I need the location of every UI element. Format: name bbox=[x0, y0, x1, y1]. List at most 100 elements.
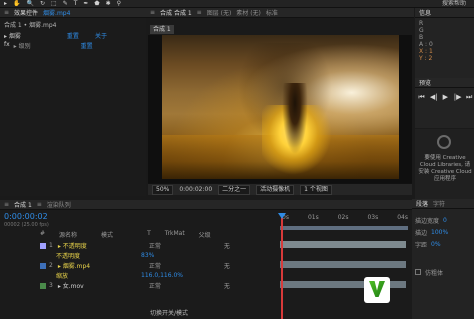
reset-link[interactable]: 重置 bbox=[67, 31, 79, 40]
play-icon[interactable]: ▶ bbox=[442, 94, 449, 101]
col-mode: 模式 bbox=[101, 232, 114, 239]
workspace-label[interactable]: 标准 bbox=[266, 8, 278, 17]
composition-viewer[interactable] bbox=[148, 35, 412, 183]
col-trkmat: TrkMat bbox=[164, 230, 185, 237]
camera-select[interactable]: 活动摄像机 bbox=[256, 184, 295, 195]
layer-menu-icon[interactable]: ≡ bbox=[197, 9, 202, 16]
pen-tool-icon[interactable]: ✎ bbox=[63, 0, 68, 8]
checkbox-icon[interactable] bbox=[415, 269, 421, 275]
layer-parent[interactable]: 无 bbox=[224, 241, 230, 250]
tab-layer[interactable]: 图层 (无) bbox=[207, 8, 232, 17]
composition-frame bbox=[162, 35, 399, 179]
info-values: R G B A : 0 X : 1 Y : 2 bbox=[415, 18, 474, 64]
effect-levels-row[interactable]: fx ▸ 级别 重置 bbox=[0, 40, 146, 51]
layer-mode[interactable]: 正常 bbox=[149, 241, 161, 250]
tab-render-queue[interactable]: 渲染队列 bbox=[47, 200, 71, 209]
property-value[interactable]: 116.0,116.0% bbox=[141, 272, 183, 279]
brush-tool-icon[interactable]: ✒ bbox=[83, 0, 88, 8]
about-link[interactable]: 关于 bbox=[95, 31, 107, 40]
paragraph-tabs: 段落 字符 bbox=[412, 199, 474, 209]
tab-paragraph[interactable]: 段落 bbox=[416, 199, 428, 208]
tab-preview[interactable]: 预览 bbox=[419, 78, 431, 87]
para-check-row[interactable]: 仿粗体 bbox=[415, 267, 472, 277]
tab-character[interactable]: 字符 bbox=[433, 199, 445, 208]
faux-bold-label: 仿粗体 bbox=[425, 269, 444, 277]
preview-panel: 预览 ⏮ ◀| ▶ |▶ ⏭ bbox=[415, 78, 474, 128]
comp-menu-icon[interactable]: ≡ bbox=[150, 9, 155, 16]
layer-number: 2 bbox=[49, 262, 53, 269]
toggle-modes-label[interactable]: 切换开关/模式 bbox=[150, 308, 188, 317]
zoom-tool-icon[interactable]: 🔍 bbox=[27, 0, 34, 8]
fx-icon[interactable]: fx bbox=[4, 41, 10, 50]
last-frame-icon[interactable]: ⏭ bbox=[466, 94, 473, 101]
para-value-3[interactable]: 0% bbox=[431, 241, 441, 248]
zoom-select[interactable]: 50% bbox=[152, 184, 174, 195]
stamp-tool-icon[interactable]: ⬟ bbox=[94, 0, 99, 8]
layer-color-swatch[interactable] bbox=[40, 242, 46, 249]
para-value-1[interactable]: 0 bbox=[443, 217, 447, 224]
info-panel: 信息 R G B A : 0 X : 1 Y : 2 bbox=[415, 8, 474, 78]
info-tabs: 信息 bbox=[415, 8, 474, 18]
layer-number: 1 bbox=[49, 242, 53, 249]
comp-breadcrumb[interactable]: 合成 1 bbox=[150, 25, 174, 34]
resolution-select[interactable]: 二分之一 bbox=[218, 184, 251, 195]
tab-effect-controls[interactable]: 效果控件 bbox=[14, 8, 38, 17]
para-row-3[interactable]: 字距 0% bbox=[415, 239, 472, 249]
current-time-indicator[interactable] bbox=[281, 213, 283, 319]
tab-source[interactable]: 烟雾.mp4 bbox=[43, 8, 70, 17]
layer-2-track[interactable] bbox=[280, 261, 406, 268]
tab-timeline-comp[interactable]: 合成 1 bbox=[14, 200, 32, 209]
rectangle-tool-icon[interactable]: ⬚ bbox=[51, 0, 57, 8]
layer-number: 3 bbox=[49, 282, 53, 289]
current-time-display[interactable]: 0:00:02:00 bbox=[179, 186, 212, 193]
layer-row-3[interactable]: 3 ▸ 女.mov 正常 无 bbox=[0, 280, 278, 291]
para-value-2[interactable]: 100% bbox=[431, 229, 448, 236]
para-label-1: 描边宽度 bbox=[415, 217, 440, 225]
layer-color-swatch[interactable] bbox=[40, 282, 46, 289]
timecode-display[interactable]: 0:00:00:02 bbox=[4, 212, 48, 221]
paragraph-panel: 段落 字符 描边宽度 0 描边 100% 字距 0% 仿粗体 bbox=[412, 199, 474, 319]
first-frame-icon[interactable]: ⏮ bbox=[418, 94, 425, 101]
search-help[interactable]: 搜索帮助 bbox=[442, 0, 466, 8]
layer-mode[interactable]: 正常 bbox=[149, 281, 161, 290]
next-frame-icon[interactable]: |▶ bbox=[454, 94, 462, 101]
info-x: X : 1 bbox=[419, 48, 433, 55]
layer-parent[interactable]: 无 bbox=[224, 281, 230, 290]
layer-color-swatch[interactable] bbox=[40, 262, 46, 269]
layer-name[interactable]: ▸ 女.mov bbox=[58, 281, 118, 290]
effect-controls-tabs: ≡ 效果控件 烟雾.mp4 bbox=[0, 8, 146, 18]
previous-frame-icon[interactable]: ◀| bbox=[430, 94, 438, 101]
effect-controls-title: 合成 1 • 烟雾.mp4 bbox=[4, 22, 57, 29]
para-label-3: 字距 bbox=[415, 241, 428, 249]
v-logo-watermark bbox=[364, 277, 390, 303]
time-ruler[interactable]: 0s 01s 02s 03s 04s bbox=[278, 214, 412, 224]
eraser-tool-icon[interactable]: ✱ bbox=[106, 0, 111, 8]
property-value[interactable]: 83% bbox=[141, 252, 154, 259]
views-select[interactable]: 1 个视图 bbox=[300, 184, 332, 195]
layer-name[interactable]: ▸ 不透明度 bbox=[58, 241, 118, 250]
info-a: A : 0 bbox=[419, 41, 433, 48]
rotate-tool-icon[interactable]: ↻ bbox=[40, 0, 45, 8]
puppet-tool-icon[interactable]: ⚲ bbox=[117, 0, 121, 8]
tab-info[interactable]: 信息 bbox=[419, 8, 431, 17]
col-parent: 父级 bbox=[198, 232, 211, 239]
timeline-track-area[interactable]: 0s 01s 02s 03s 04s bbox=[278, 210, 412, 319]
col-t: T bbox=[147, 230, 151, 237]
para-row-1[interactable]: 描边宽度 0 bbox=[415, 215, 472, 225]
layer-1-track[interactable] bbox=[280, 241, 406, 248]
render-menu-icon[interactable]: ≡ bbox=[37, 201, 42, 208]
layer-name[interactable]: ▸ 烟雾.mp4 bbox=[58, 261, 118, 270]
hand-tool-icon[interactable]: ✋ bbox=[13, 0, 20, 8]
layer-parent[interactable]: 无 bbox=[224, 261, 230, 270]
selection-tool-icon[interactable]: ▸ bbox=[4, 0, 7, 8]
work-area-bar[interactable] bbox=[280, 226, 408, 230]
layer-mode[interactable]: 正常 bbox=[149, 261, 161, 270]
creative-cloud-icon bbox=[437, 135, 451, 149]
text-tool-icon[interactable]: T bbox=[74, 0, 78, 8]
levels-reset-link[interactable]: 重置 bbox=[81, 41, 93, 50]
tab-composition[interactable]: 合成 合成 1 bbox=[160, 8, 192, 17]
para-row-2[interactable]: 描边 100% bbox=[415, 227, 472, 237]
timeline-menu-icon[interactable]: ≡ bbox=[4, 201, 9, 208]
panel-menu-icon[interactable]: ≡ bbox=[4, 9, 9, 16]
tab-footage[interactable]: 素材 (无) bbox=[236, 8, 261, 17]
